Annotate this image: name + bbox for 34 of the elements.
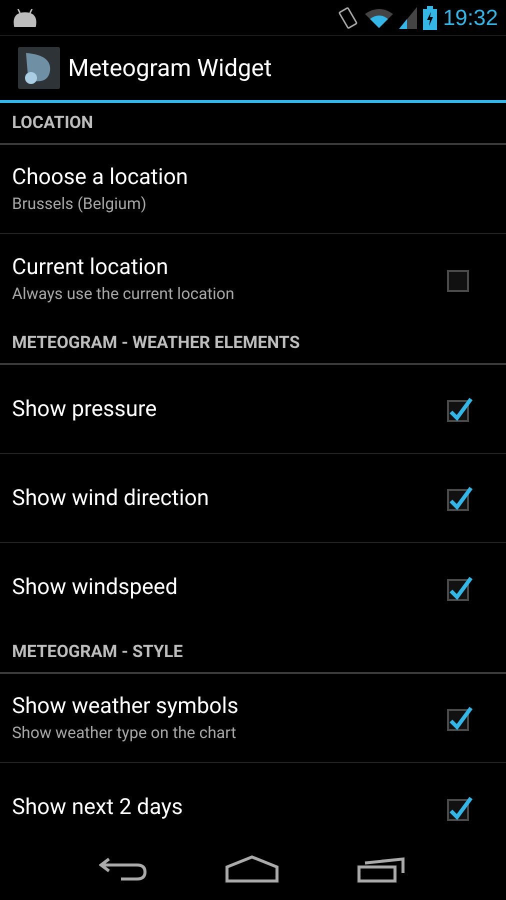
preference-item[interactable]: Show wind direction <box>0 454 506 543</box>
wifi-icon <box>364 8 393 28</box>
preference-title: Show next 2 days <box>12 795 184 820</box>
vibrate-icon <box>336 6 359 30</box>
preference-title: Choose a location <box>12 165 190 190</box>
section-header: METEOGRAM - STYLE <box>0 632 506 674</box>
preference-title: Show wind direction <box>12 486 210 510</box>
preference-title: Show weather symbols <box>12 694 240 719</box>
preference-item[interactable]: Choose a location Brussels (Belgium) <box>0 145 506 234</box>
app-icon[interactable] <box>18 47 60 89</box>
preference-summary: Brussels (Belgium) <box>12 194 148 213</box>
preference-item[interactable]: Show weather symbols Show weather type on the chart <box>0 674 506 763</box>
section-header: LOCATION <box>0 103 506 145</box>
clock-time: 19:32 <box>442 4 498 30</box>
preference-title: Show pressure <box>12 396 158 422</box>
battery-icon <box>422 6 437 30</box>
back-icon[interactable] <box>99 855 147 883</box>
checkbox[interactable] <box>446 704 474 732</box>
preference-title: Current location <box>12 254 170 280</box>
recent-apps-icon[interactable] <box>357 855 407 883</box>
preference-title: Show windspeed <box>12 575 179 600</box>
preference-summary: Always use the current location <box>12 284 236 302</box>
preference-summary: Show weather type on the chart <box>12 723 238 742</box>
preference-item[interactable]: Current location Always use the current location <box>0 234 506 323</box>
section-header: METEOGRAM - WEATHER ELEMENTS <box>0 323 506 365</box>
signal-icon <box>398 6 417 28</box>
preference-item[interactable]: Show next 2 days <box>0 763 506 838</box>
preference-item[interactable]: Show windspeed <box>0 543 506 632</box>
app-title: Meteogram Widget <box>68 54 272 82</box>
checkbox[interactable] <box>446 484 474 512</box>
preference-item[interactable]: Show pressure <box>0 365 506 454</box>
home-icon[interactable] <box>225 855 279 883</box>
checkbox[interactable] <box>446 395 474 423</box>
android-icon <box>12 8 38 26</box>
